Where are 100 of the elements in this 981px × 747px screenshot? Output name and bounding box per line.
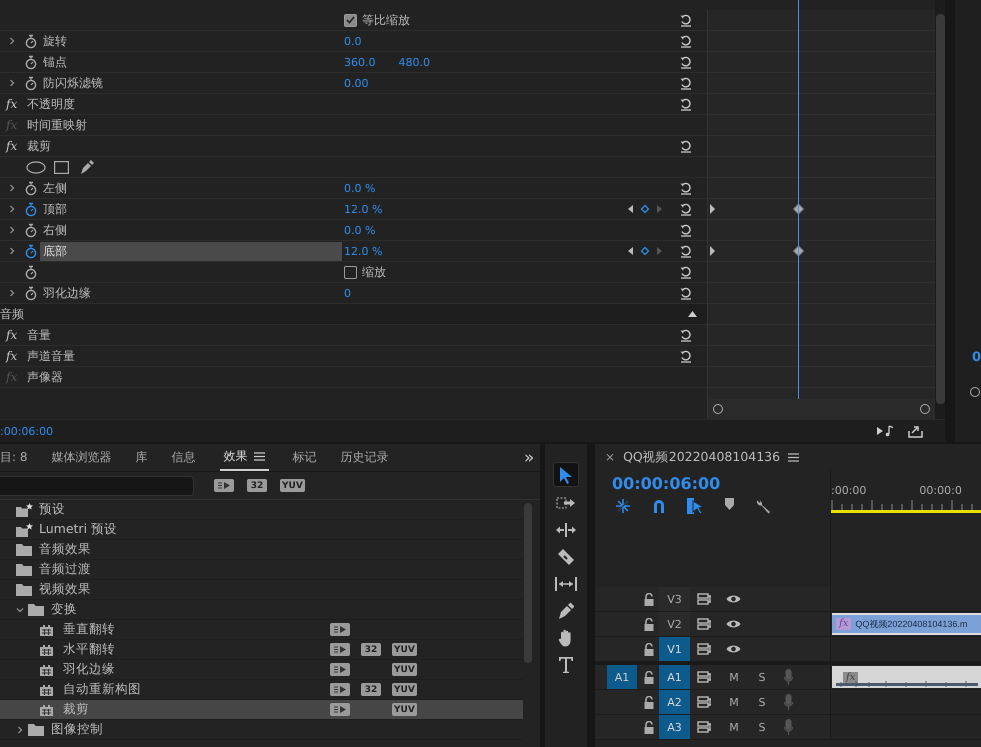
stopwatch-icon[interactable] bbox=[24, 244, 38, 258]
effect-name[interactable]: 声像器 bbox=[27, 368, 665, 386]
reset-icon[interactable] bbox=[679, 202, 693, 216]
panel-tab[interactable]: 目: 8 bbox=[0, 444, 28, 471]
track-target-toggle[interactable]: A1 bbox=[659, 665, 690, 689]
reset-icon[interactable] bbox=[679, 76, 693, 90]
sync-lock-icon[interactable] bbox=[697, 696, 712, 708]
marker-icon[interactable] bbox=[725, 498, 734, 510]
keyframe-navigator[interactable] bbox=[628, 246, 662, 256]
effect-tree-item[interactable]: 羽化边缘 YUV bbox=[0, 660, 523, 680]
property-label[interactable]: 旋转 bbox=[40, 32, 342, 50]
lock-icon[interactable] bbox=[643, 696, 655, 708]
chevron-right-icon[interactable] bbox=[8, 79, 16, 87]
property-label[interactable]: 锚点 bbox=[40, 52, 342, 72]
magnet-icon[interactable] bbox=[652, 498, 666, 513]
collapse-arrow-icon[interactable] bbox=[688, 311, 697, 317]
stopwatch-icon[interactable] bbox=[24, 286, 38, 300]
mute-button[interactable]: M bbox=[728, 720, 740, 734]
effect-tree-item[interactable]: 变换 bbox=[0, 600, 523, 620]
ellipse-mask-icon[interactable] bbox=[26, 160, 46, 174]
effect-name[interactable]: 裁剪 bbox=[27, 138, 665, 154]
property-value[interactable]: 480.0 bbox=[398, 56, 430, 68]
reset-icon[interactable] bbox=[679, 97, 693, 111]
stopwatch-icon[interactable] bbox=[24, 34, 38, 48]
property-label[interactable]: 左侧 bbox=[40, 178, 342, 198]
mute-button[interactable]: M bbox=[728, 696, 740, 708]
effect-tree-item[interactable]: 音频效果 bbox=[0, 540, 523, 560]
lock-icon[interactable] bbox=[643, 642, 655, 656]
video-clip[interactable]: fx QQ视频20220408104136.m bbox=[832, 613, 981, 635]
effect-name[interactable]: 声道音量 bbox=[27, 348, 665, 364]
property-value[interactable]: 360.0 bbox=[344, 56, 376, 68]
effect-toggle-icon[interactable]: fx bbox=[0, 349, 27, 363]
filter-toggle[interactable]: 32 bbox=[247, 479, 267, 492]
property-label[interactable]: 右侧 bbox=[40, 220, 342, 240]
reset-icon[interactable] bbox=[679, 328, 693, 342]
property-label[interactable]: 防闪烁滤镜 bbox=[40, 74, 342, 92]
property-value[interactable]: 12.0 % bbox=[344, 244, 382, 258]
sequence-tab[interactable]: QQ视频20220408104136 bbox=[623, 448, 780, 466]
reset-icon[interactable] bbox=[679, 286, 693, 300]
sync-lock-icon[interactable] bbox=[697, 593, 712, 605]
reset-icon[interactable] bbox=[679, 223, 693, 237]
sparkle-icon[interactable] bbox=[615, 498, 631, 514]
rectangle-mask-icon[interactable] bbox=[54, 160, 69, 174]
property-value[interactable]: 0.0 % bbox=[344, 182, 376, 194]
property-value[interactable]: 0.0 bbox=[344, 34, 362, 48]
play-audio-icon[interactable] bbox=[877, 424, 894, 436]
chevron-right-icon[interactable] bbox=[8, 37, 16, 45]
keyframe-icon[interactable] bbox=[793, 246, 804, 256]
effect-name[interactable]: 不透明度 bbox=[27, 96, 665, 112]
property-value[interactable]: 0.00 bbox=[344, 76, 368, 90]
mute-button[interactable]: M bbox=[728, 670, 740, 684]
property-value[interactable]: 12.0 % bbox=[344, 202, 382, 216]
effect-toggle-icon[interactable]: fx bbox=[0, 328, 27, 342]
stopwatch-icon[interactable] bbox=[24, 180, 38, 196]
zoom-scrollbar[interactable] bbox=[707, 399, 935, 419]
chevron-right-icon[interactable] bbox=[8, 226, 16, 234]
effect-name[interactable]: 音量 bbox=[27, 326, 665, 344]
chevron-right-icon[interactable] bbox=[8, 205, 16, 213]
stopwatch-icon[interactable] bbox=[24, 202, 38, 216]
effect-toggle-icon[interactable]: fx bbox=[0, 97, 27, 111]
reset-icon[interactable] bbox=[679, 13, 693, 27]
close-button[interactable]: × bbox=[605, 450, 616, 464]
checkbox[interactable] bbox=[344, 266, 357, 278]
track-target-toggle[interactable]: A2 bbox=[659, 690, 690, 714]
keyframe-start-icon[interactable] bbox=[710, 246, 716, 256]
source-patch-toggle[interactable]: A1 bbox=[607, 665, 637, 689]
lock-icon[interactable] bbox=[643, 720, 655, 734]
panel-tab[interactable]: 效果 bbox=[220, 444, 268, 471]
lock-icon[interactable] bbox=[643, 592, 655, 606]
sync-lock-icon[interactable] bbox=[697, 671, 712, 683]
panel-tab[interactable]: 库 bbox=[136, 444, 148, 471]
keyframe-icon[interactable] bbox=[793, 204, 804, 214]
track-target-toggle[interactable]: V3 bbox=[659, 587, 690, 611]
playhead-timecode[interactable]: 00:00:06:00 bbox=[612, 474, 830, 493]
export-icon[interactable] bbox=[908, 424, 923, 438]
monitor-timecode[interactable]: 0 bbox=[972, 350, 981, 365]
menu-icon[interactable] bbox=[788, 452, 800, 462]
checkbox[interactable] bbox=[344, 14, 357, 26]
search-field[interactable] bbox=[0, 476, 194, 496]
chevron-right-icon[interactable] bbox=[16, 726, 24, 734]
property-value[interactable]: 0.0 % bbox=[344, 224, 376, 236]
more-panels-button[interactable]: » bbox=[524, 444, 534, 471]
reset-icon[interactable] bbox=[679, 139, 693, 153]
sync-lock-icon[interactable] bbox=[697, 618, 712, 630]
chevron-right-icon[interactable] bbox=[8, 247, 16, 255]
wrench-icon[interactable] bbox=[755, 498, 771, 514]
track-target-toggle[interactable]: V1 bbox=[659, 637, 690, 661]
stopwatch-icon[interactable] bbox=[24, 222, 38, 238]
filter-toggle[interactable]: YUV bbox=[280, 479, 305, 492]
reset-icon[interactable] bbox=[679, 55, 693, 69]
solo-button[interactable]: S bbox=[756, 670, 768, 684]
panel-tab[interactable]: 媒体浏览器 bbox=[52, 444, 112, 471]
sync-lock-icon[interactable] bbox=[697, 721, 712, 733]
keyframe-navigator[interactable] bbox=[628, 204, 662, 214]
panel-tab[interactable]: 历史记录 bbox=[340, 444, 388, 471]
reset-icon[interactable] bbox=[679, 265, 693, 279]
solo-button[interactable]: S bbox=[756, 696, 768, 708]
chevron-right-icon[interactable] bbox=[8, 184, 16, 192]
reset-icon[interactable] bbox=[679, 349, 693, 363]
sync-lock-icon[interactable] bbox=[697, 643, 712, 655]
